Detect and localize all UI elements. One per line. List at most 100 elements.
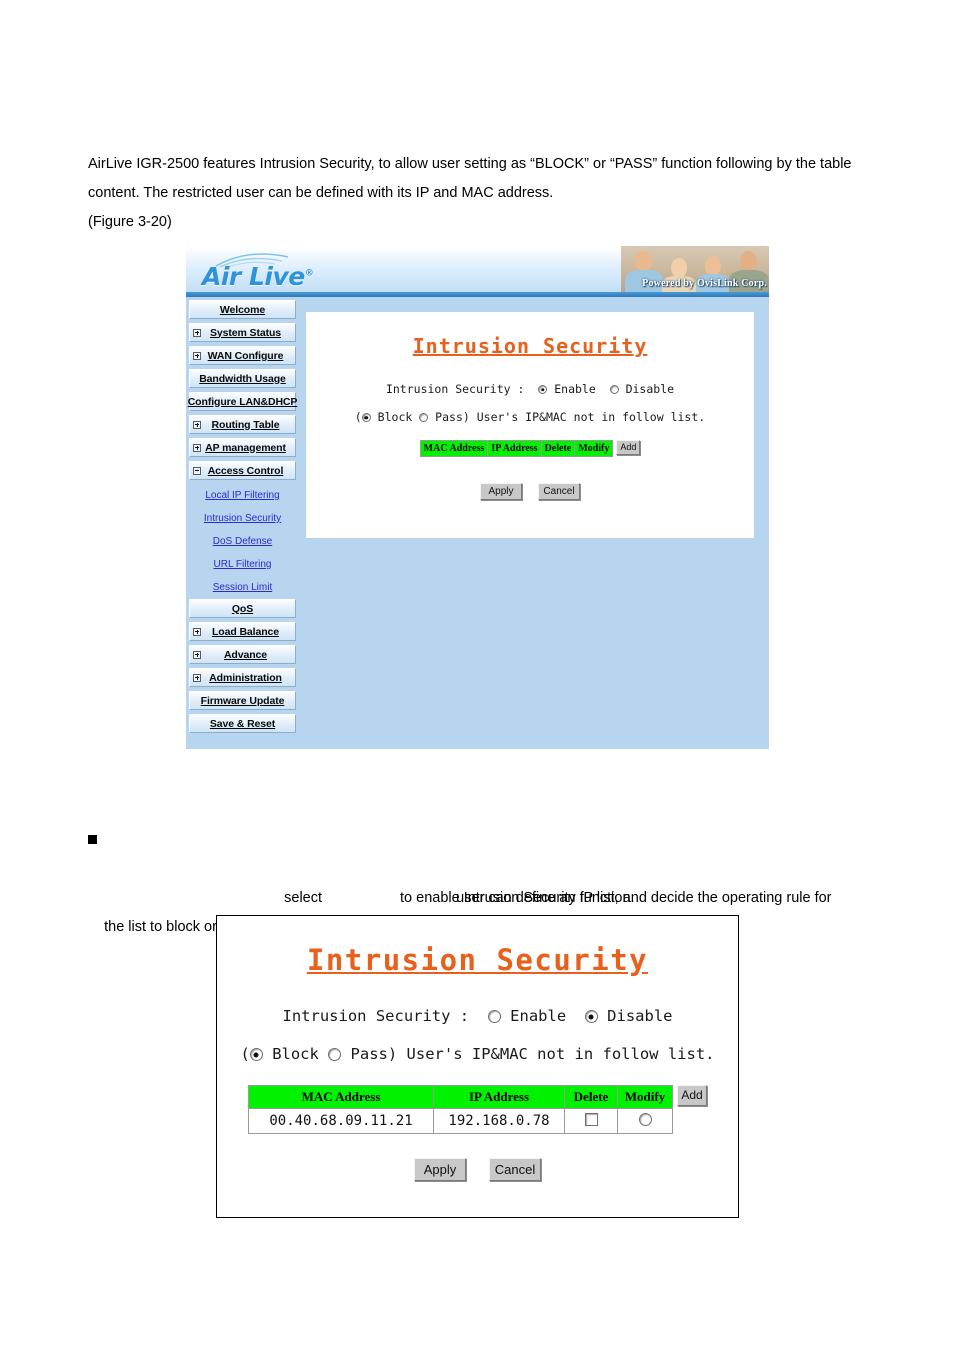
enable-label: Enable <box>554 382 596 396</box>
sidebar-item-wan-configure[interactable]: WAN Configure <box>189 346 296 365</box>
disable-label: Disable <box>625 382 675 396</box>
sidebar-item-access-control[interactable]: Access Control <box>189 461 296 480</box>
pass-radio[interactable] <box>328 1048 342 1061</box>
enable-radio[interactable] <box>538 385 548 394</box>
filter-table-row: MAC Address IP Address Delete Modify Add <box>306 440 754 461</box>
sidebar-item-intrusion-security[interactable]: Intrusion Security <box>189 507 296 530</box>
photo-person-3 <box>705 256 721 276</box>
rule-text: ) User's IP&MAC not in follow list. <box>462 410 706 424</box>
disable-radio[interactable] <box>609 385 619 394</box>
block-radio[interactable] <box>361 413 371 422</box>
sidebar-item-qos[interactable]: QoS <box>189 599 296 618</box>
sidebar-item-administration[interactable]: Administration <box>189 668 296 687</box>
mode-label: Intrusion Security : <box>282 1007 470 1025</box>
sidebar-item-label: QoS <box>231 602 254 615</box>
collapse-minus-icon[interactable] <box>193 466 201 475</box>
column-header-delete: Delete <box>540 440 576 457</box>
bullet-line-1: select to enable Intrusion Security funct… <box>88 826 878 906</box>
open-paren: ( <box>240 1045 250 1063</box>
filter-table-row: MAC Address IP Address Delete Modify 00.… <box>217 1085 738 1134</box>
sidebar-item-label: Bandwidth Usage <box>199 372 286 385</box>
sidebar-item-dos-defense[interactable]: DoS Defense <box>189 530 296 553</box>
sidebar-item-save-and-reset[interactable]: Save & Reset <box>189 714 296 733</box>
table-row: 00.40.68.09.11.21 192.168.0.78 <box>248 1108 673 1134</box>
block-label: Block <box>272 1045 319 1063</box>
sidebar-item-label: Routing Table <box>211 418 280 431</box>
photo-person-1 <box>635 251 652 272</box>
expand-plus-icon[interactable] <box>193 650 201 659</box>
sidebar-item-bandwidth-usage[interactable]: Bandwidth Usage <box>189 369 296 388</box>
sidebar-item-configure-lan-dhcp[interactable]: Configure LAN&DHCP <box>187 392 298 411</box>
block-radio[interactable] <box>249 1048 263 1061</box>
sidebar-item-label: Load Balance <box>211 625 280 638</box>
pass-label: Pass <box>435 410 463 424</box>
sidebar-item-label: Advance <box>223 648 268 661</box>
sidebar-navigation: Welcome System Status WAN Configure Band… <box>186 297 298 737</box>
sidebar-item-label: Access Control <box>207 464 284 477</box>
expand-plus-icon[interactable] <box>193 420 201 429</box>
photo-person-4 <box>740 251 757 272</box>
form-actions: Apply Cancel <box>306 481 754 500</box>
delete-checkbox[interactable] <box>584 1112 598 1126</box>
column-header-ip-address: IP Address <box>487 440 542 457</box>
sidebar-item-welcome[interactable]: Welcome <box>189 300 296 319</box>
banner-people-photo: Powered by OvisLink Corp. <box>621 246 769 292</box>
add-button[interactable]: Add <box>616 440 641 455</box>
figure-3-20-router-ui: Air Live® Powered by OvisLink Corp. Welc… <box>186 246 769 749</box>
disable-label: Disable <box>607 1007 673 1025</box>
cell-modify <box>617 1108 673 1134</box>
sidebar-item-firmware-update[interactable]: Firmware Update <box>189 691 296 710</box>
intrusion-security-mode-row: Intrusion Security : Enable Disable <box>217 1007 738 1025</box>
expand-plus-icon[interactable] <box>193 673 201 682</box>
sidebar-item-ap-management[interactable]: AP management <box>189 438 296 457</box>
logo-text: Air Live® <box>202 262 314 291</box>
square-bullet-icon <box>88 835 97 844</box>
apply-button[interactable]: Apply <box>480 483 522 500</box>
column-header-modify: Modify <box>617 1085 673 1109</box>
cell-mac-address: 00.40.68.09.11.21 <box>248 1108 434 1134</box>
cell-ip-address: 192.168.0.78 <box>433 1108 565 1134</box>
sidebar-item-routing-table[interactable]: Routing Table <box>189 415 296 434</box>
column-header-modify: Modify <box>574 440 614 457</box>
sidebar-item-url-filtering[interactable]: URL Filtering <box>189 553 296 576</box>
intrusion-filter-table: MAC Address IP Address Delete Modify <box>419 440 614 457</box>
intro-paragraph: AirLive IGR-2500 features Intrusion Secu… <box>88 156 856 201</box>
expand-plus-icon[interactable] <box>193 627 201 636</box>
disable-radio[interactable] <box>584 1010 598 1023</box>
page-title: Intrusion Security <box>412 334 648 358</box>
pass-radio[interactable] <box>419 413 429 422</box>
add-button[interactable]: Add <box>677 1085 707 1106</box>
table-and-add-wrap: MAC Address IP Address Delete Modify Add <box>419 440 641 457</box>
block-pass-rule-row: ( Block Pass) User's IP&MAC not in follo… <box>306 410 754 424</box>
block-label: Block <box>377 410 413 424</box>
airlive-logo: Air Live® <box>200 250 380 294</box>
page-title: Intrusion Security <box>306 943 649 977</box>
modify-radio[interactable] <box>638 1113 652 1126</box>
bullet-line-3: the list to block or pass the connection… <box>88 884 878 935</box>
sidebar-item-load-balance[interactable]: Load Balance <box>189 622 296 641</box>
expand-plus-icon[interactable] <box>193 328 201 337</box>
apply-button[interactable]: Apply <box>414 1158 466 1181</box>
document-body: AirLive IGR-2500 features Intrusion Secu… <box>88 150 870 237</box>
sidebar-item-system-status[interactable]: System Status <box>189 323 296 342</box>
sidebar-item-label: WAN Configure <box>207 349 284 362</box>
sidebar-item-session-limit[interactable]: Session Limit <box>189 576 296 599</box>
figure1-caption: (Figure 3-20) <box>88 214 172 230</box>
enable-radio[interactable] <box>487 1010 501 1023</box>
sidebar-item-label: AP management <box>205 441 286 454</box>
expand-plus-icon[interactable] <box>193 351 201 360</box>
table-and-add-wrap: MAC Address IP Address Delete Modify 00.… <box>248 1085 707 1134</box>
sidebar-item-label: Administration <box>209 671 282 684</box>
sidebar-item-local-ip-filtering[interactable]: Local IP Filtering <box>189 484 296 507</box>
form-actions: Apply Cancel <box>217 1158 738 1181</box>
expand-plus-icon[interactable] <box>193 443 201 452</box>
sidebar-item-advance[interactable]: Advance <box>189 645 296 664</box>
column-header-delete: Delete <box>564 1085 618 1109</box>
intrusion-security-mode-row: Intrusion Security : Enable Disable <box>306 382 754 396</box>
cancel-button[interactable]: Cancel <box>538 483 580 500</box>
sidebar-item-label: Firmware Update <box>200 694 285 707</box>
sidebar-item-label: Save & Reset <box>209 717 276 730</box>
cancel-button[interactable]: Cancel <box>489 1158 541 1181</box>
bullet-line-2: user can define an IP list, and decide t… <box>88 855 878 906</box>
sidebar-item-label: Configure LAN&DHCP <box>187 395 298 408</box>
